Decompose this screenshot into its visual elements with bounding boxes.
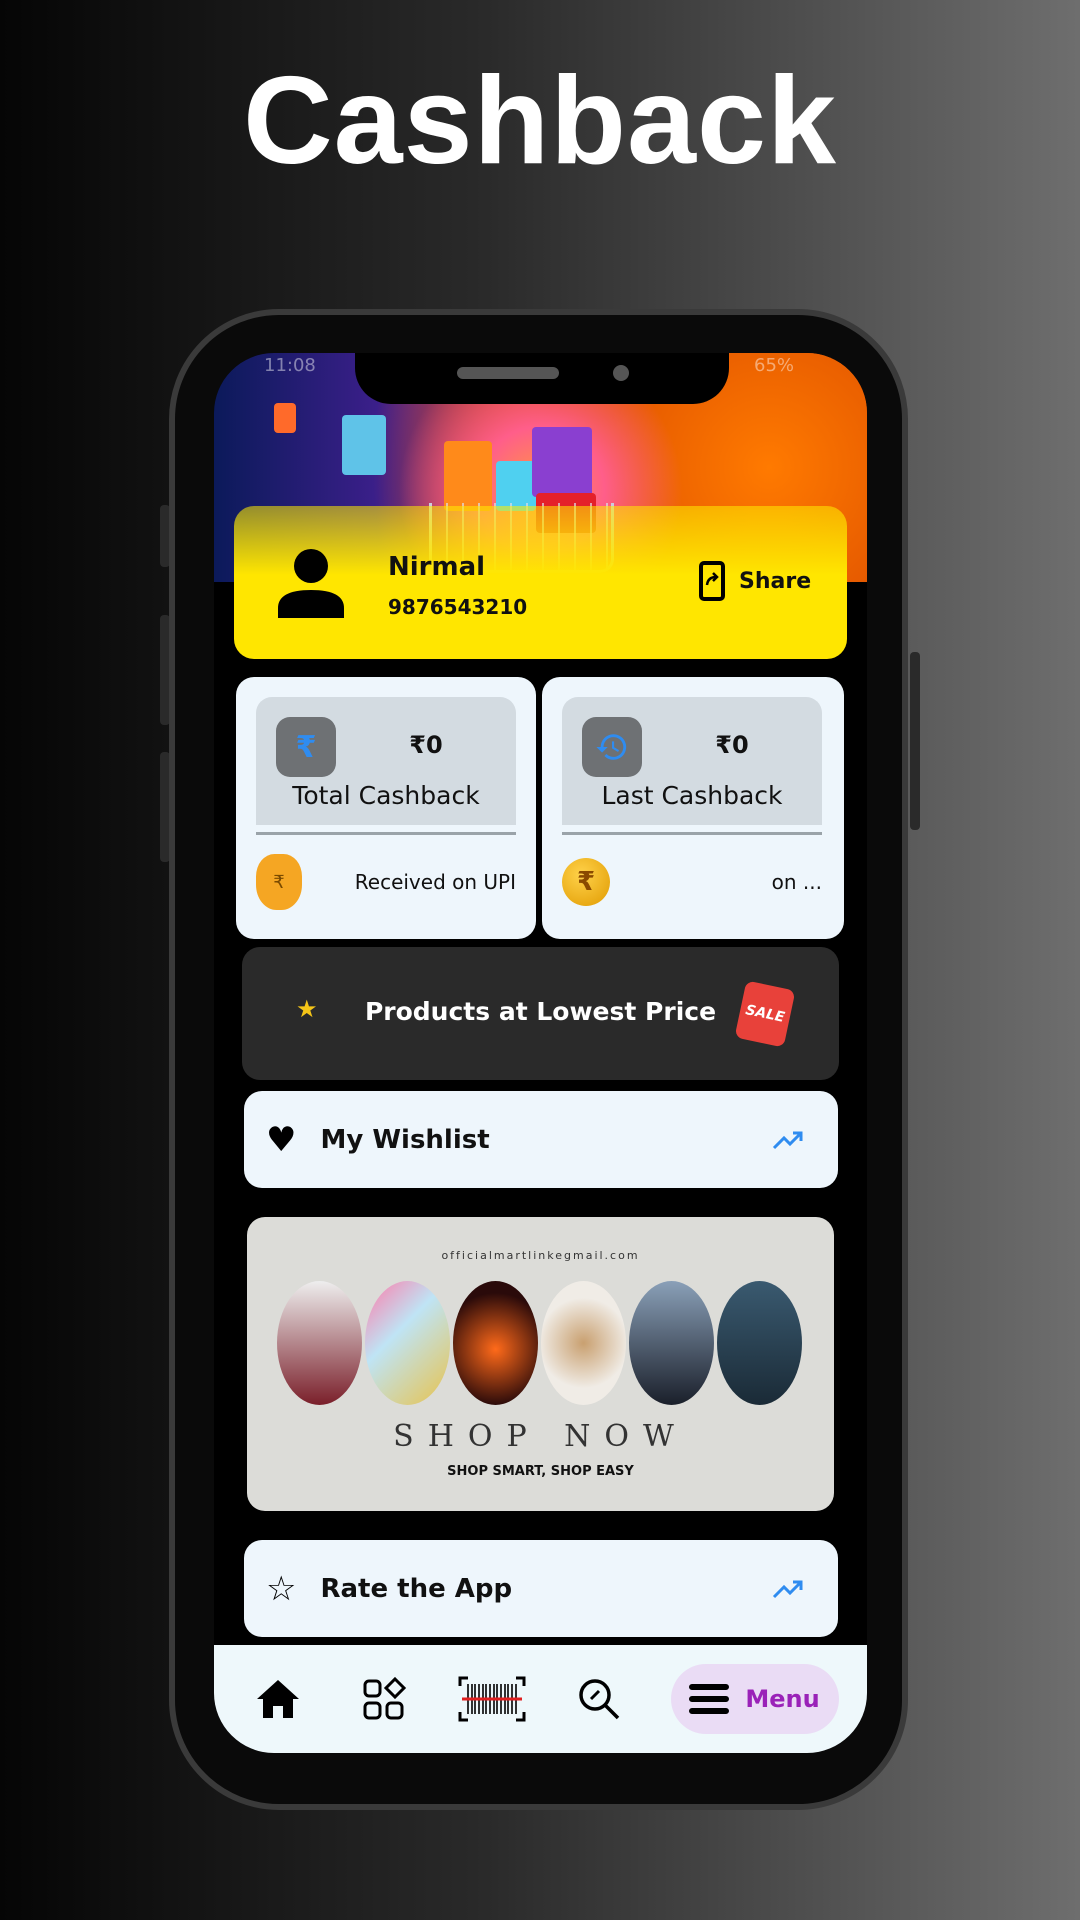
trending-up-icon bbox=[772, 1580, 803, 1598]
nav-home[interactable] bbox=[243, 1669, 313, 1729]
rupee-icon: ₹ bbox=[276, 717, 336, 777]
page-title: Cashback bbox=[243, 52, 837, 190]
share-phone-icon bbox=[699, 561, 725, 601]
last-cashback-card[interactable]: ₹0 Last Cashback ₹ on ... bbox=[542, 677, 844, 939]
bottom-nav: Menu bbox=[214, 1645, 867, 1753]
last-cashback-amount: ₹0 bbox=[715, 731, 749, 759]
share-label: Share bbox=[739, 568, 812, 594]
home-icon bbox=[256, 1680, 299, 1718]
trending-up-icon bbox=[772, 1131, 803, 1149]
total-cashback-card[interactable]: ₹ ₹0 Total Cashback ₹ Received on UPI bbox=[236, 677, 536, 939]
lowest-price-banner[interactable]: ★ Products at Lowest Price SALE bbox=[242, 947, 839, 1080]
received-on-upi-text: Received on UPI bbox=[354, 870, 516, 894]
heart-icon: ♥ bbox=[266, 1119, 297, 1160]
shop-now-headline: SHOP NOW bbox=[393, 1419, 688, 1454]
rate-app-row[interactable]: ☆ Rate the App bbox=[244, 1540, 838, 1637]
power-button bbox=[910, 652, 920, 830]
user-name: Nirmal bbox=[388, 552, 486, 582]
divider bbox=[562, 832, 822, 835]
skincare-image bbox=[541, 1281, 626, 1405]
status-time: 11:08 bbox=[264, 355, 316, 376]
hamburger-icon bbox=[689, 1684, 730, 1714]
banner-email: officialmartlinkegmail.com bbox=[441, 1249, 640, 1262]
nav-categories[interactable] bbox=[350, 1669, 420, 1729]
rate-app-label: Rate the App bbox=[320, 1573, 513, 1604]
money-bag-icon: ₹ bbox=[256, 854, 302, 910]
menu-button[interactable]: Menu bbox=[670, 1664, 839, 1734]
fashion-man-image bbox=[629, 1281, 714, 1405]
cosmetics-image bbox=[365, 1281, 450, 1405]
total-cashback-amount: ₹0 bbox=[409, 731, 443, 759]
card-header: ₹0 Last Cashback bbox=[562, 697, 822, 825]
profile-card: Nirmal 9876543210 Share bbox=[234, 506, 847, 659]
shop-tagline: SHOP SMART, SHOP EASY bbox=[447, 1464, 634, 1479]
total-cashback-label: Total Cashback bbox=[292, 781, 480, 810]
sale-tag-icon: SALE bbox=[734, 980, 796, 1048]
history-icon bbox=[582, 717, 642, 777]
divider bbox=[256, 832, 516, 835]
star-outline-icon: ☆ bbox=[266, 1568, 297, 1609]
user-phone: 9876543210 bbox=[388, 595, 528, 619]
card-header: ₹ ₹0 Total Cashback bbox=[256, 697, 516, 825]
categories-icon bbox=[363, 1677, 406, 1720]
wishlist-label: My Wishlist bbox=[320, 1124, 490, 1155]
share-button[interactable]: Share bbox=[699, 561, 811, 601]
nav-link-search[interactable] bbox=[564, 1669, 634, 1729]
link-search-icon bbox=[578, 1679, 619, 1720]
last-cashback-date: on ... bbox=[771, 870, 822, 894]
status-battery: 65% bbox=[754, 355, 795, 376]
app-screen: 11:08 65% Nirmal 9876543210 Share ₹ ₹0 T… bbox=[214, 353, 867, 1753]
shop-now-banner[interactable]: officialmartlinkegmail.com SHOP NOW SHOP… bbox=[247, 1217, 834, 1511]
last-cashback-label: Last Cashback bbox=[601, 781, 783, 810]
electronics-image bbox=[717, 1281, 802, 1405]
user-avatar-icon bbox=[278, 549, 344, 618]
nav-barcode-scanner[interactable] bbox=[457, 1669, 527, 1729]
front-camera bbox=[613, 365, 629, 381]
rupee-coin-icon: ₹ bbox=[562, 858, 610, 906]
sneaker-image bbox=[453, 1281, 538, 1405]
fashion-woman-image bbox=[277, 1281, 362, 1405]
speaker bbox=[457, 367, 559, 379]
notch bbox=[355, 353, 729, 404]
wishlist-row[interactable]: ♥ My Wishlist bbox=[244, 1091, 838, 1188]
barcode-scanner-icon bbox=[458, 1676, 525, 1722]
menu-label: Menu bbox=[745, 1685, 820, 1713]
